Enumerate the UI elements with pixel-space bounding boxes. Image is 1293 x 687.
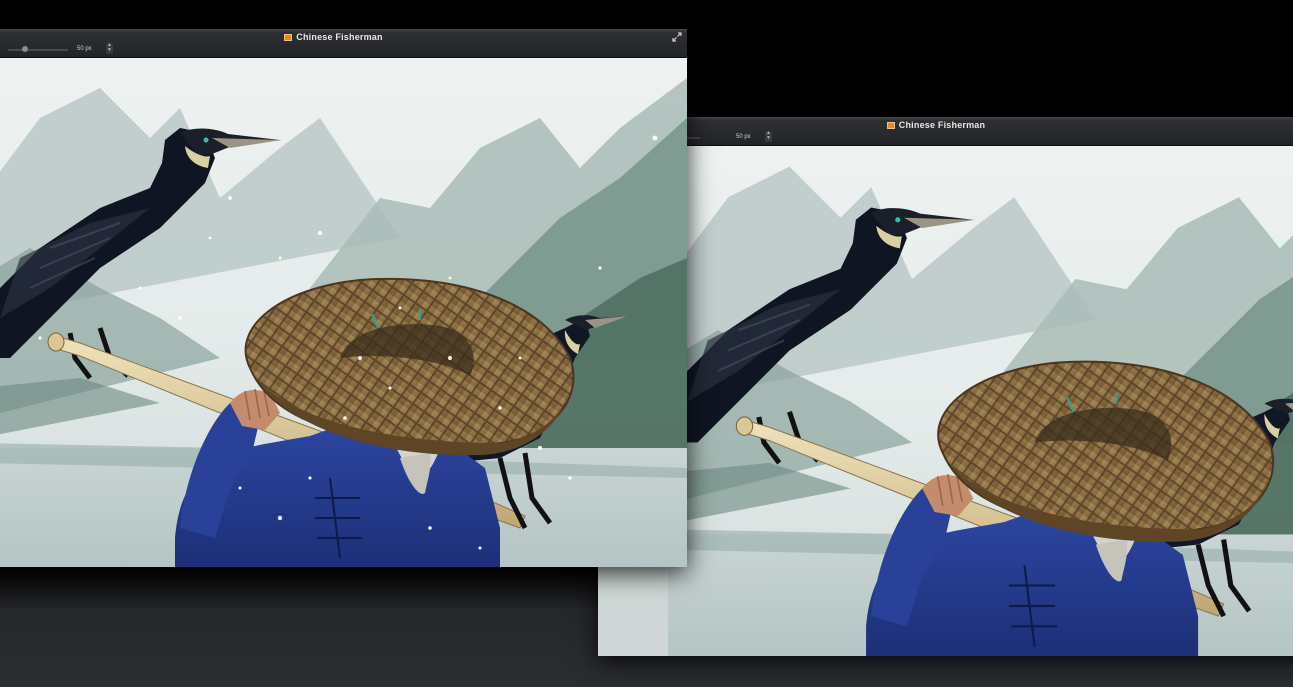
stepper-icon: ▲ ▼: [107, 42, 112, 53]
window-title-row: Chinese Fisherman: [598, 119, 1274, 131]
brush-size-stepper[interactable]: ▲ ▼: [106, 43, 113, 54]
brush-size-stepper[interactable]: ▲ ▼: [765, 131, 772, 142]
brush-size-slider-knob[interactable]: [22, 46, 28, 52]
fisherman-photo: [598, 146, 1293, 656]
image-window-front[interactable]: Chinese Fisherman 50 px ▲ ▼: [0, 29, 687, 567]
window-title: Chinese Fisherman: [898, 120, 986, 130]
title-bar[interactable]: Chinese Fisherman 50 px ▲ ▼: [0, 29, 687, 58]
image-window-back[interactable]: Chinese Fisherman 50 px ▲ ▼: [598, 117, 1293, 656]
document-icon: [886, 122, 895, 129]
document-icon: [284, 34, 293, 41]
brush-size-control: 50 px ▲ ▼: [0, 43, 180, 55]
window-title-row: Chinese Fisherman: [0, 31, 687, 43]
brush-size-value: 50 px: [77, 46, 92, 52]
stepper-icon: ▲ ▼: [766, 130, 771, 141]
image-canvas[interactable]: [598, 146, 1293, 656]
fisherman-photo: [0, 58, 687, 567]
window-title: Chinese Fisherman: [296, 32, 383, 42]
title-bar[interactable]: Chinese Fisherman 50 px ▲ ▼: [598, 117, 1293, 146]
image-canvas[interactable]: [0, 58, 687, 567]
brush-size-value: 50 px: [736, 134, 751, 140]
brush-size-slider[interactable]: [8, 49, 68, 51]
expand-icon[interactable]: [672, 32, 682, 42]
